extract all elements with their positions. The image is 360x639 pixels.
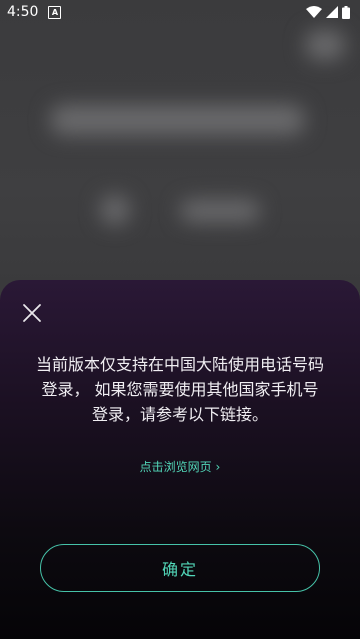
browse-webpage-link[interactable]: 点击浏览网页 › xyxy=(0,458,360,475)
chevron-right-icon: › xyxy=(215,460,221,474)
blurred-element xyxy=(50,105,305,135)
battery-icon xyxy=(342,5,350,19)
wifi-icon xyxy=(306,6,322,18)
blurred-element xyxy=(100,195,130,225)
status-bar: 4:50 A xyxy=(0,0,360,24)
browse-webpage-link-label: 点击浏览网页 xyxy=(139,460,212,474)
status-left: 4:50 A xyxy=(7,4,62,20)
status-time: 4:50 xyxy=(7,4,39,20)
cellular-signal-icon xyxy=(326,6,338,18)
region-notice-message: 当前版本仅支持在中国大陆使用电话号码登录， 如果您需要使用其他国家手机号登录，请… xyxy=(36,355,325,424)
notification-icon: A xyxy=(48,5,62,19)
status-right xyxy=(306,5,350,19)
confirm-button[interactable]: 确定 xyxy=(40,544,320,592)
confirm-button-label: 确定 xyxy=(161,560,198,579)
blurred-element xyxy=(180,200,260,222)
close-icon[interactable] xyxy=(20,301,44,325)
blurred-element xyxy=(305,30,345,60)
